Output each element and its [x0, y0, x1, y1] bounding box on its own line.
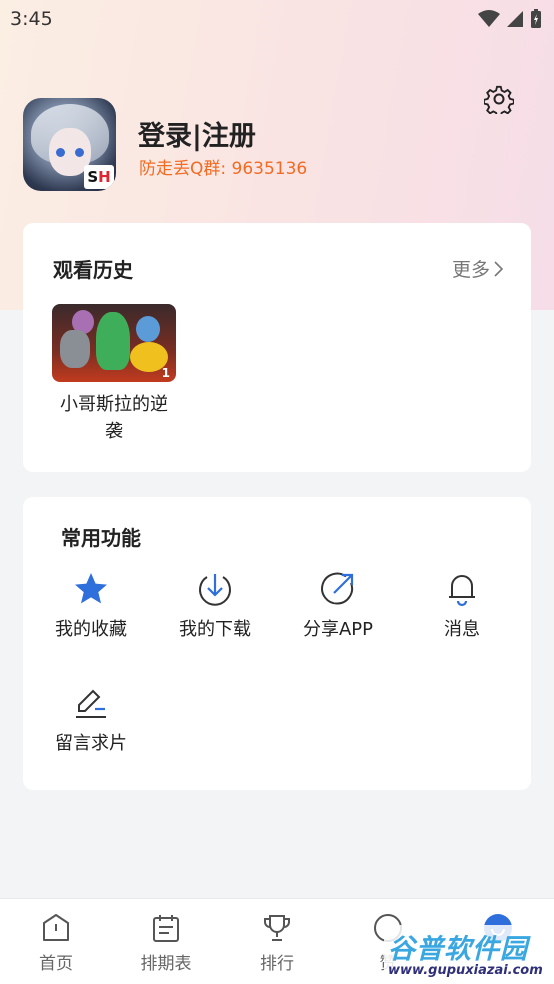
watermark: 谷普软件园 www.gupuxiazai.com: [384, 925, 554, 984]
battery-icon: [531, 9, 541, 28]
downloads-label: 我的下载: [179, 619, 251, 640]
home-icon: [43, 914, 69, 941]
more-label: 更多: [451, 259, 490, 281]
share-app-button[interactable]: 分享APP: [283, 571, 393, 641]
status-bar: 3:45: [0, 0, 554, 38]
common-functions-card: 常用功能 我的收藏 我的下载 分享APP 消息 留言求片: [23, 497, 531, 790]
favorites-label: 我的收藏: [55, 619, 127, 640]
signal-icon: [507, 11, 523, 27]
messages-label: 消息: [444, 619, 480, 640]
favorites-button[interactable]: 我的收藏: [36, 571, 146, 641]
request-film-button[interactable]: 留言求片: [36, 685, 146, 755]
calendar-icon: [153, 915, 179, 942]
chevron-right-icon: [494, 260, 503, 277]
share-app-label: 分享APP: [302, 619, 374, 640]
tab-home-label: 首页: [39, 954, 73, 974]
qq-group-text: 防走丢Q群: 9635136: [139, 159, 308, 179]
more-history-link[interactable]: 更多: [452, 255, 503, 282]
login-register-link[interactable]: 登录|注册: [138, 114, 256, 153]
common-functions-title: 常用功能: [61, 526, 141, 550]
watch-history-card: 观看历史 更多 1 小哥斯拉的逆袭: [23, 223, 531, 472]
star-icon: [75, 573, 107, 604]
edit-icon: [76, 689, 106, 718]
history-item-title[interactable]: 小哥斯拉的逆袭: [52, 391, 176, 445]
watch-history-title: 观看历史: [53, 258, 133, 282]
avatar-eye-right: [75, 148, 84, 157]
tab-ranking-label: 排行: [260, 954, 294, 974]
watermark-url: www.gupuxiazai.com: [388, 963, 543, 978]
messages-button[interactable]: 消息: [407, 571, 517, 641]
status-icons: [478, 9, 542, 29]
share-icon: [321, 572, 354, 605]
trophy-icon: [264, 915, 290, 941]
tab-schedule-label: 排期表: [140, 954, 192, 974]
watermark-text: 谷普软件园: [388, 934, 528, 965]
wifi-icon: [478, 10, 500, 27]
avatar-sh-logo: SH: [84, 165, 114, 189]
request-film-label: 留言求片: [55, 733, 127, 754]
tab-home[interactable]: 首页: [16, 913, 96, 974]
status-time: 3:45: [10, 8, 53, 30]
tab-schedule[interactable]: 排期表: [126, 913, 206, 974]
episode-badge: 1: [161, 366, 170, 380]
downloads-button[interactable]: 我的下载: [160, 571, 270, 641]
settings-gear-icon[interactable]: [484, 84, 514, 114]
download-icon: [199, 574, 231, 606]
tab-ranking[interactable]: 排行: [237, 913, 317, 974]
user-avatar[interactable]: SH: [23, 98, 116, 191]
avatar-eye-left: [56, 148, 65, 157]
bell-icon: [449, 575, 475, 607]
history-item-cover[interactable]: 1: [52, 304, 176, 382]
